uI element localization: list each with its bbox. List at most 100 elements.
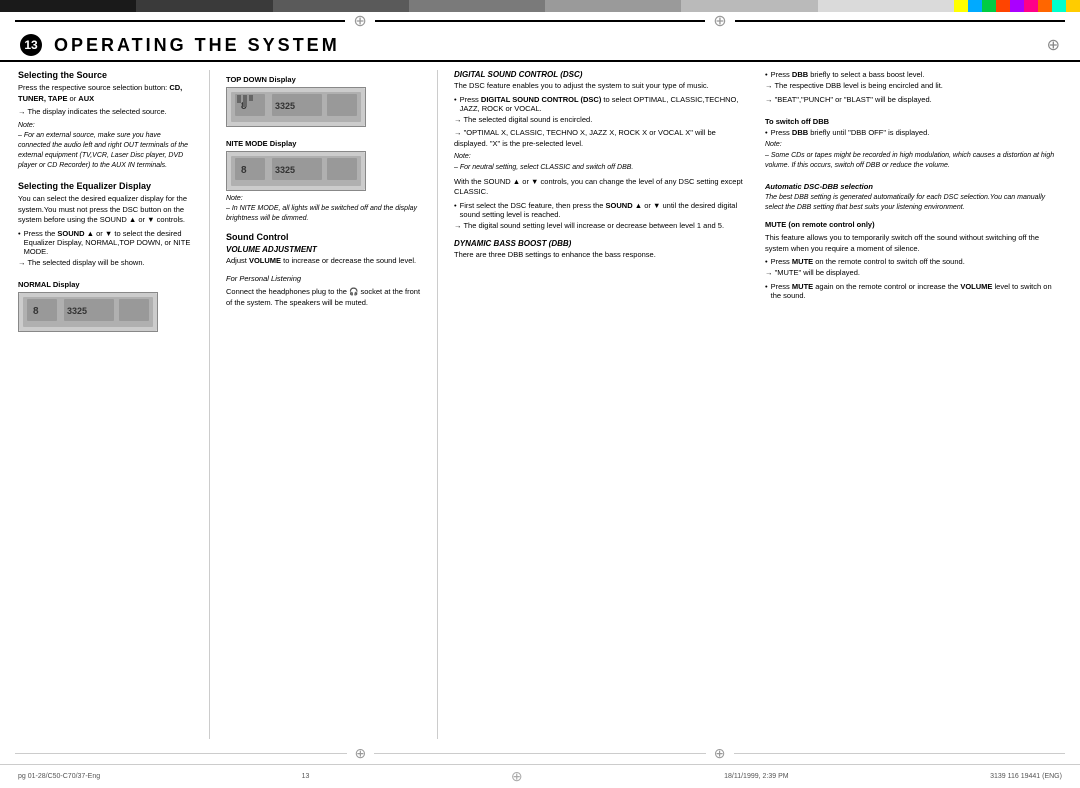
auto-dsc-title: Automatic DSC-DBB selection bbox=[765, 182, 1062, 191]
section-selecting-source-title: Selecting the Source bbox=[18, 70, 193, 80]
dbb-arrow2: → "BEAT","PUNCH" or "BLAST" will be disp… bbox=[765, 95, 1062, 106]
footer-file-path: pg 01-28/C50-C70/37-Eng bbox=[18, 773, 100, 780]
svg-text:3325: 3325 bbox=[275, 165, 295, 175]
auto-dsc-body: The best DBB setting is generated automa… bbox=[765, 193, 1062, 213]
dsc-first-dot: • bbox=[454, 201, 457, 219]
color-block-r1 bbox=[954, 0, 968, 12]
column-right: DIGITAL SOUND CONTROL (DSC) The DSC feat… bbox=[454, 70, 1062, 739]
bottom-bar-line bbox=[15, 753, 347, 754]
color-block-r3 bbox=[982, 0, 996, 12]
source-note-text: – For an external source, make sure you … bbox=[18, 131, 193, 170]
dsc-title: DIGITAL SOUND CONTROL (DSC) bbox=[454, 70, 751, 79]
svg-text:8: 8 bbox=[33, 306, 39, 317]
nite-display-image: 8 3325 bbox=[226, 151, 366, 191]
dbb-arrow1: → The respective DBB level is being enci… bbox=[765, 81, 1062, 92]
color-block-r5 bbox=[1010, 0, 1024, 12]
equalizer-bullet-text: Press the SOUND ▲ or ▼ to select the des… bbox=[24, 229, 193, 256]
source-text-1b: or bbox=[67, 94, 78, 103]
color-block-2 bbox=[136, 0, 272, 12]
topdown-display-label: TOP DOWN Display bbox=[226, 75, 421, 84]
dsc-first-text: First select the DSC feature, then press… bbox=[460, 201, 751, 219]
col-right-right: • Press DBB briefly to select a bass boo… bbox=[765, 70, 1062, 302]
color-block-3 bbox=[273, 0, 409, 12]
color-block-6 bbox=[681, 0, 817, 12]
bullet-dot-1: • bbox=[18, 229, 21, 256]
mute-bullet-text-2: Press MUTE again on the remote control o… bbox=[771, 282, 1062, 300]
dbb-bullet-text: Press DBB briefly to select a bass boost… bbox=[771, 70, 925, 79]
color-block-r7 bbox=[1038, 0, 1052, 12]
source-arrow: → The display indicates the selected sou… bbox=[18, 107, 193, 118]
bottom-bar-line-mid bbox=[374, 753, 706, 754]
dbb-body: There are three DBB settings to enhance … bbox=[454, 250, 751, 261]
dbb-bullet-dot: • bbox=[765, 70, 768, 79]
normal-display-image: 8 3325 bbox=[18, 292, 158, 332]
source-note-label: Note: bbox=[18, 121, 193, 131]
sound-control-title: Sound Control bbox=[226, 232, 421, 242]
mute-bullet-dot-1: • bbox=[765, 257, 768, 266]
mute-bullet-1: • Press MUTE on the remote control to sw… bbox=[765, 257, 1062, 266]
divider-2 bbox=[437, 70, 438, 739]
normal-display-label: NORMAL Display bbox=[18, 280, 193, 289]
mute-body: This feature allows you to temporarily s… bbox=[765, 233, 1062, 254]
volume-adj-title: VOLUME ADJUSTMENT bbox=[226, 245, 421, 254]
reg-mark-bottom-left: ⊕ bbox=[355, 745, 367, 762]
reg-mark-bottom-right: ⊕ bbox=[714, 745, 726, 762]
color-block-r6 bbox=[1024, 0, 1038, 12]
dsc-bullet-dot: • bbox=[454, 95, 457, 113]
color-block-5 bbox=[545, 0, 681, 12]
top-bar-line-mid bbox=[375, 20, 705, 22]
dsc-sound-body: With the SOUND ▲ or ▼ controls, you can … bbox=[454, 177, 751, 198]
topdown-display-image: 8 3325 bbox=[226, 87, 366, 127]
color-block-r2 bbox=[968, 0, 982, 12]
color-block-7 bbox=[818, 0, 954, 12]
color-block-4 bbox=[409, 0, 545, 12]
dsc-bullet-1: • Press DIGITAL SOUND CONTROL (DSC) to s… bbox=[454, 95, 751, 113]
source-body: Press the respective source selection bu… bbox=[18, 83, 193, 104]
page-number-badge: 13 bbox=[20, 34, 42, 56]
color-block-1 bbox=[0, 0, 136, 12]
dsc-arrow2: → "OPTIMAL X, CLASSIC, TECHNO X, JAZZ X,… bbox=[454, 128, 751, 149]
header-reg-mark: ⊕ bbox=[1047, 35, 1060, 55]
mute-bullet-2: • Press MUTE again on the remote control… bbox=[765, 282, 1062, 300]
page-header: 13 OPERATING THE SYSTEM ⊕ bbox=[0, 30, 1080, 62]
footer-reg-mark: ⊕ bbox=[511, 768, 523, 785]
dbb-switch-dot: • bbox=[765, 128, 768, 137]
svg-text:8: 8 bbox=[241, 165, 247, 176]
footer-page-number: 13 bbox=[302, 773, 310, 780]
reg-mark-top-right: ⊕ bbox=[713, 11, 726, 31]
color-block-r9 bbox=[1066, 0, 1080, 12]
mute-title: MUTE (on remote control only) bbox=[765, 220, 1062, 231]
nite-display-label: NITE MODE Display bbox=[226, 139, 421, 148]
dsc-digital-arrow: → The digital sound setting level will i… bbox=[454, 221, 751, 232]
mute-bullet-dot-2: • bbox=[765, 282, 768, 300]
column-mid: TOP DOWN Display 8 3325 NITE MODE Displa… bbox=[226, 70, 421, 739]
page-footer: pg 01-28/C50-C70/37-Eng 13 ⊕ 18/11/1999,… bbox=[0, 764, 1080, 788]
personal-listening-label: For Personal Listening bbox=[226, 274, 421, 285]
nite-note: Note:– In NITE MODE, all lights will be … bbox=[226, 194, 421, 223]
dsc-bullet-text: Press DIGITAL SOUND CONTROL (DSC) to sel… bbox=[460, 95, 751, 113]
divider-1 bbox=[209, 70, 210, 739]
col-right-left: DIGITAL SOUND CONTROL (DSC) The DSC feat… bbox=[454, 70, 751, 302]
dbb-switch-text: Press DBB briefly until "DBB OFF" is dis… bbox=[771, 128, 930, 137]
dsc-first-bullet: • First select the DSC feature, then pre… bbox=[454, 201, 751, 219]
dsc-note-label: Note: bbox=[454, 152, 751, 162]
color-block-r4 bbox=[996, 0, 1010, 12]
source-text-1: Press the respective source selection bu… bbox=[18, 83, 169, 92]
equalizer-body: You can select the desired equalizer dis… bbox=[18, 194, 193, 226]
main-content: Selecting the Source Press the respectiv… bbox=[0, 62, 1080, 743]
equalizer-bullet-1: • Press the SOUND ▲ or ▼ to select the d… bbox=[18, 229, 193, 256]
mute-arrow: → "MUTE" will be displayed. bbox=[765, 268, 1062, 279]
dbb-bullet-1: • Press DBB briefly to select a bass boo… bbox=[765, 70, 1062, 79]
dsc-note-text: – For neutral setting, select CLASSIC an… bbox=[454, 163, 751, 173]
column-left: Selecting the Source Press the respectiv… bbox=[18, 70, 193, 739]
reg-mark-top-left: ⊕ bbox=[353, 11, 366, 31]
dbb-switch-title: To switch off DBB bbox=[765, 117, 1062, 126]
personal-body: Connect the headphones plug to the 🎧 soc… bbox=[226, 287, 421, 308]
top-bar-line-left bbox=[15, 20, 345, 22]
dbb-switch-bullet: • Press DBB briefly until "DBB OFF" is d… bbox=[765, 128, 1062, 137]
footer-date: 18/11/1999, 2:39 PM bbox=[724, 773, 788, 780]
volume-body: Adjust VOLUME to increase or decrease th… bbox=[226, 256, 421, 267]
footer-product-code: 3139 116 19441 (ENG) bbox=[990, 773, 1062, 780]
color-block-r8 bbox=[1052, 0, 1066, 12]
equalizer-arrow: → The selected display will be shown. bbox=[18, 258, 193, 269]
